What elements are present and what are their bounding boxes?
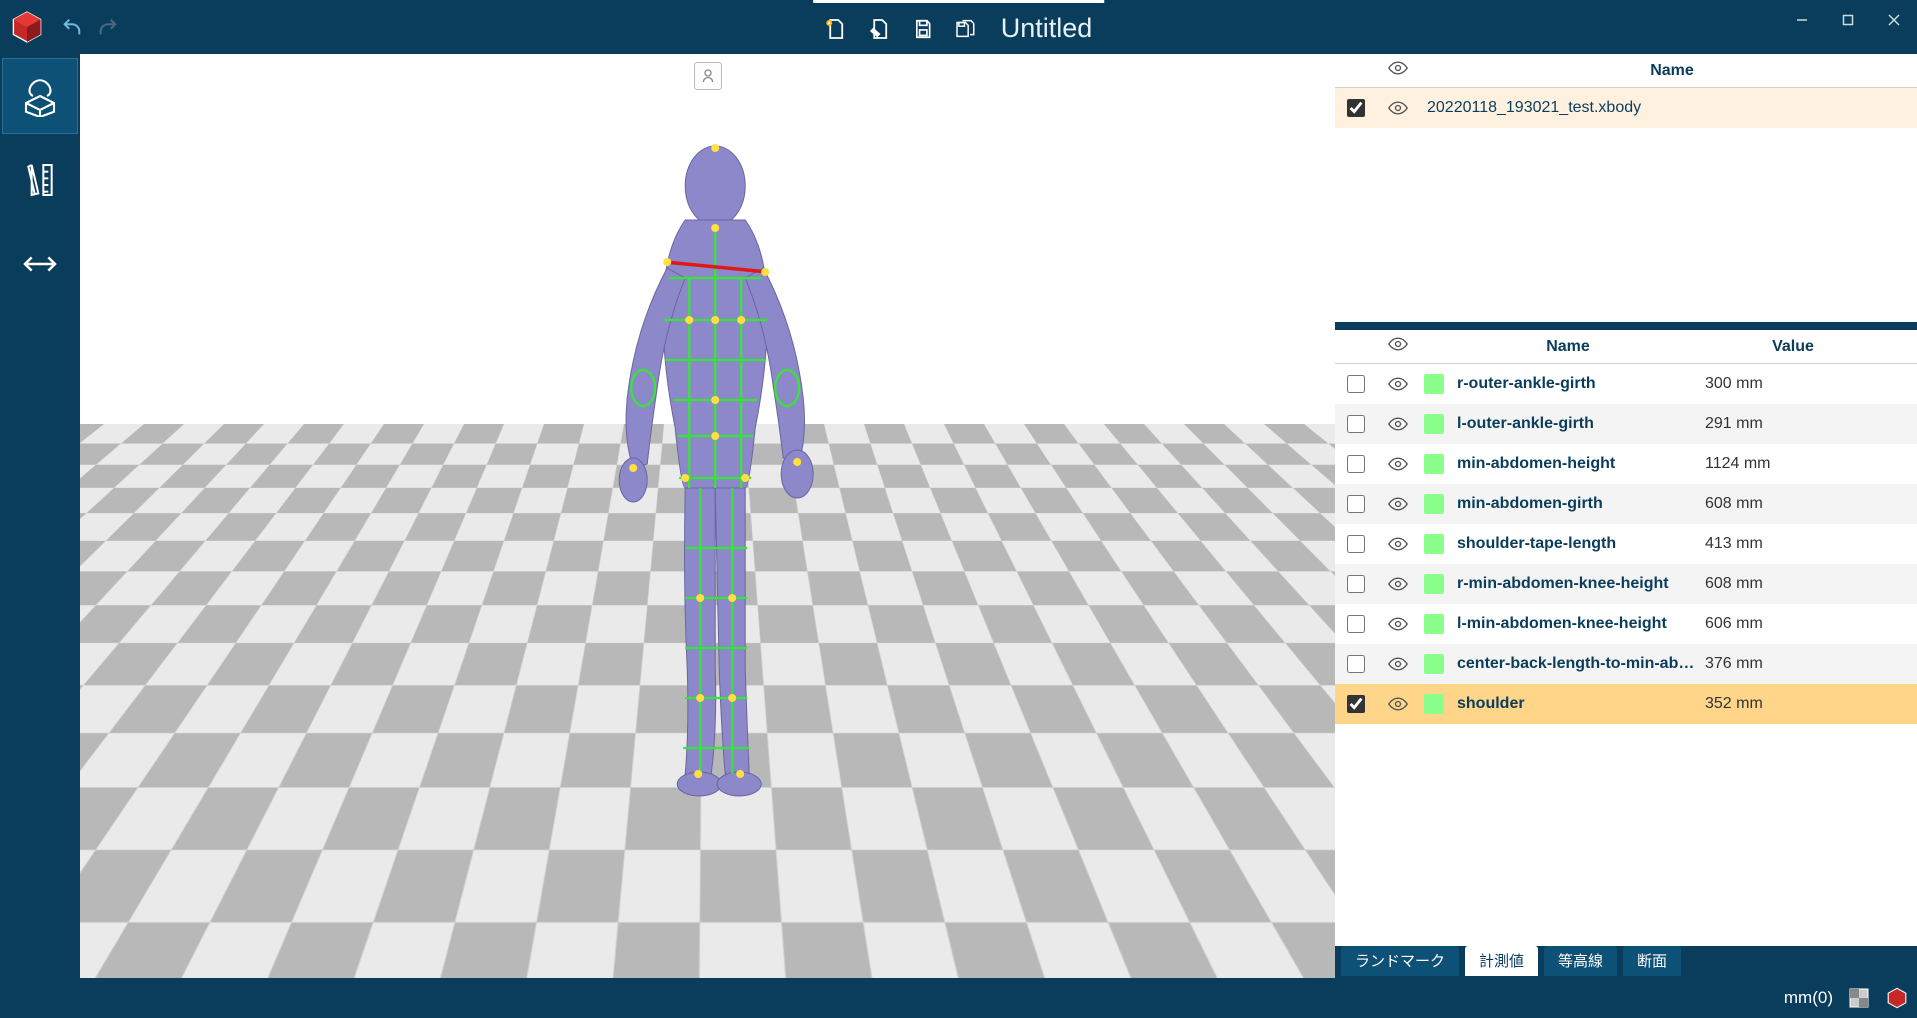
titlebar: Untitled: [0, 0, 1917, 54]
measure-row[interactable]: shoulder352 mm: [1335, 684, 1917, 724]
visibility-toggle-icon[interactable]: [1377, 537, 1419, 551]
measure-row-checkbox[interactable]: [1347, 535, 1365, 553]
measure-table-header: Name Value: [1335, 330, 1917, 364]
measure-value-column-header[interactable]: Value: [1679, 338, 1899, 356]
left-tool-rail: [0, 54, 80, 1018]
measure-row[interactable]: shoulder-tape-length413 mm: [1335, 524, 1917, 564]
measure-name-cell: shoulder: [1449, 695, 1697, 713]
document-title: Untitled: [989, 13, 1105, 44]
units-indicator[interactable]: mm(0): [1784, 988, 1833, 1008]
measure-value-cell: 608 mm: [1697, 575, 1917, 593]
measure-row-checkbox[interactable]: [1347, 615, 1365, 633]
measure-tab[interactable]: 等高線: [1544, 946, 1617, 976]
color-swatch[interactable]: [1424, 414, 1444, 434]
measure-row[interactable]: min-abdomen-height1124 mm: [1335, 444, 1917, 484]
titlebar-center: Untitled: [813, 0, 1105, 54]
mode-view-button[interactable]: [2, 58, 78, 134]
measure-row-checkbox[interactable]: [1347, 655, 1365, 673]
measure-name-cell: r-outer-ankle-girth: [1449, 375, 1697, 393]
save-doc-button[interactable]: [901, 2, 945, 56]
files-table-header: Name: [1335, 54, 1917, 88]
visibility-toggle-icon[interactable]: [1377, 457, 1419, 471]
color-swatch[interactable]: [1424, 574, 1444, 594]
measure-name-cell: shoulder-tape-length: [1449, 535, 1697, 553]
measure-row-checkbox[interactable]: [1347, 695, 1365, 713]
visibility-header-icon[interactable]: [1388, 61, 1408, 80]
measure-row[interactable]: min-abdomen-girth608 mm: [1335, 484, 1917, 524]
measurement-panel: Name Value r-outer-ankle-girth300 mml-ou…: [1335, 330, 1917, 978]
measure-row[interactable]: r-outer-ankle-girth300 mm: [1335, 364, 1917, 404]
measure-name-cell: min-abdomen-height: [1449, 455, 1697, 473]
measure-row-checkbox[interactable]: [1347, 375, 1365, 393]
measure-value-cell: 1124 mm: [1697, 455, 1917, 473]
measure-tab[interactable]: ランドマーク: [1341, 946, 1459, 976]
file-name-cell: 20220118_193021_test.xbody: [1419, 99, 1917, 117]
file-row-checkbox[interactable]: [1347, 99, 1365, 117]
window-maximize-button[interactable]: [1825, 0, 1871, 40]
measure-name-cell: l-min-abdomen-knee-height: [1449, 615, 1697, 633]
measure-value-cell: 413 mm: [1697, 535, 1917, 553]
status-bar: mm(0): [0, 978, 1917, 1018]
visibility-toggle-icon[interactable]: [1377, 617, 1419, 631]
measure-name-cell: l-outer-ankle-girth: [1449, 415, 1697, 433]
visibility-toggle-icon[interactable]: [1377, 101, 1419, 115]
measure-value-cell: 608 mm: [1697, 495, 1917, 513]
visibility-toggle-icon[interactable]: [1377, 377, 1419, 391]
measure-value-cell: 376 mm: [1697, 655, 1917, 673]
measure-name-cell: min-abdomen-girth: [1449, 495, 1697, 513]
app-logo: [0, 0, 54, 54]
files-panel: Name 20220118_193021_test.xbody: [1335, 54, 1917, 330]
measure-value-cell: 352 mm: [1697, 695, 1917, 713]
app-logo-small-icon[interactable]: [1885, 986, 1909, 1010]
measure-name-column-header[interactable]: Name: [1449, 338, 1679, 356]
measure-name-cell: center-back-length-to-min-abdomen: [1449, 655, 1697, 673]
color-swatch[interactable]: [1424, 454, 1444, 474]
measure-value-cell: 606 mm: [1697, 615, 1917, 633]
color-swatch[interactable]: [1424, 614, 1444, 634]
visibility-toggle-icon[interactable]: [1377, 697, 1419, 711]
visibility-toggle-icon[interactable]: [1377, 497, 1419, 511]
color-swatch[interactable]: [1424, 534, 1444, 554]
measure-tab[interactable]: 計測値: [1465, 946, 1538, 976]
mode-compare-button[interactable]: [2, 226, 78, 302]
measure-row[interactable]: r-min-abdomen-knee-height608 mm: [1335, 564, 1917, 604]
visibility-toggle-icon[interactable]: [1377, 417, 1419, 431]
measure-row-checkbox[interactable]: [1347, 455, 1365, 473]
color-swatch[interactable]: [1424, 374, 1444, 394]
visibility-header-icon[interactable]: [1388, 337, 1408, 356]
files-name-column-header[interactable]: Name: [1419, 62, 1917, 80]
window-minimize-button[interactable]: [1779, 0, 1825, 40]
color-swatch[interactable]: [1424, 694, 1444, 714]
visibility-toggle-icon[interactable]: [1377, 577, 1419, 591]
measure-row[interactable]: l-min-abdomen-knee-height606 mm: [1335, 604, 1917, 644]
new-doc-button[interactable]: [813, 2, 857, 56]
window-close-button[interactable]: [1871, 0, 1917, 40]
mode-measure-button[interactable]: [2, 142, 78, 218]
grid-toggle-icon[interactable]: [1847, 986, 1871, 1010]
measure-value-cell: 291 mm: [1697, 415, 1917, 433]
save-as-button[interactable]: [945, 2, 989, 56]
measure-row-checkbox[interactable]: [1347, 575, 1365, 593]
measure-row[interactable]: center-back-length-to-min-abdomen376 mm: [1335, 644, 1917, 684]
measure-tab[interactable]: 断面: [1623, 946, 1681, 976]
open-doc-button[interactable]: [857, 2, 901, 56]
measure-row-checkbox[interactable]: [1347, 415, 1365, 433]
measure-row[interactable]: l-outer-ankle-girth291 mm: [1335, 404, 1917, 444]
body-model: [535, 128, 895, 808]
color-swatch[interactable]: [1424, 654, 1444, 674]
viewport-3d[interactable]: F: [80, 54, 1335, 978]
undo-button[interactable]: [54, 0, 90, 54]
color-swatch[interactable]: [1424, 494, 1444, 514]
redo-button[interactable]: [90, 0, 126, 54]
measure-name-cell: r-min-abdomen-knee-height: [1449, 575, 1697, 593]
measure-row-checkbox[interactable]: [1347, 495, 1365, 513]
measure-panel-tabs: ランドマーク計測値等高線断面: [1335, 946, 1917, 978]
measure-value-cell: 300 mm: [1697, 375, 1917, 393]
visibility-toggle-icon[interactable]: [1377, 657, 1419, 671]
file-row[interactable]: 20220118_193021_test.xbody: [1335, 88, 1917, 128]
